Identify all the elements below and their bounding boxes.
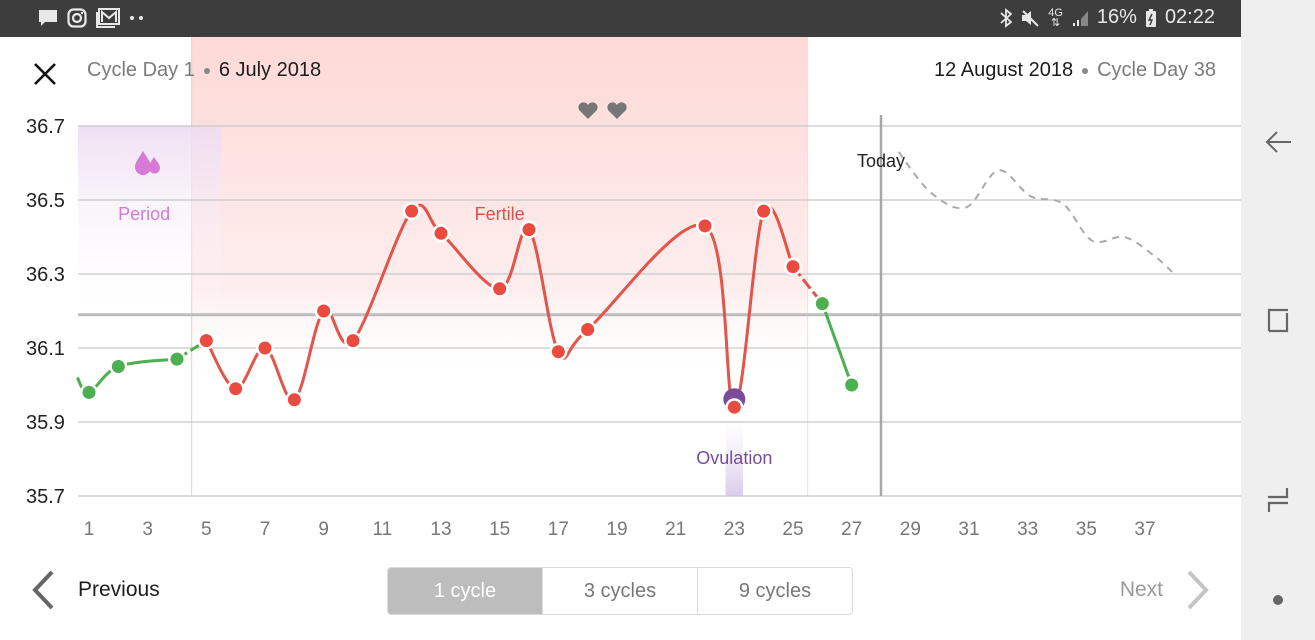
data-point (581, 323, 595, 336)
x-tick-label: 11 (372, 519, 392, 540)
data-point (346, 334, 360, 348)
gmail-icon (96, 8, 120, 28)
close-icon (34, 63, 56, 85)
end-date: 12 August 2018 (934, 59, 1074, 81)
data-point (522, 223, 536, 237)
chevron-right-icon (1187, 570, 1209, 610)
signal-icon (1071, 9, 1089, 27)
today-label: Today (857, 151, 905, 171)
separator-dot (1082, 67, 1089, 74)
android-nav-bar (1241, 0, 1315, 640)
y-tick-label: 36.3 (26, 264, 65, 286)
data-point (698, 219, 712, 233)
data-point (258, 341, 272, 355)
data-point (287, 393, 301, 407)
back-icon (1265, 131, 1291, 153)
x-tick-label: 7 (260, 519, 271, 540)
x-tick-label: 13 (430, 519, 451, 540)
start-cycle-day: Cycle Day 1 (87, 59, 195, 81)
x-tick-label: 35 (1076, 519, 1097, 540)
data-point (551, 345, 565, 359)
header-end: 12 August 2018 Cycle Day 38 (934, 59, 1216, 82)
back-button[interactable] (1241, 112, 1315, 172)
y-tick-label: 36.5 (26, 190, 65, 212)
next-label: Next (1119, 578, 1163, 601)
x-tick-label: 5 (201, 519, 212, 540)
recents-button[interactable] (1241, 290, 1315, 350)
home-button[interactable] (1241, 570, 1315, 630)
x-tick-label: 9 (318, 519, 329, 540)
data-point (434, 226, 448, 240)
period-band (78, 126, 221, 326)
ovulation-label: Ovulation (696, 448, 772, 468)
segment-9-cycles[interactable]: 9 cycles (698, 568, 852, 614)
data-point (757, 204, 771, 218)
data-point (493, 282, 507, 296)
header-start: Cycle Day 1 6 July 2018 (87, 59, 321, 82)
data-point (845, 378, 859, 392)
y-tick-label: 35.7 (26, 486, 65, 508)
segment-3-cycles[interactable]: 3 cycles (543, 568, 698, 614)
clock: 02:22 (1164, 6, 1215, 28)
data-point (727, 400, 741, 414)
x-tick-label: 27 (841, 519, 862, 540)
data-point (170, 352, 184, 366)
x-tick-label: 25 (782, 519, 803, 540)
battery-percent: 16% (1096, 6, 1137, 28)
cycle-chart-screen: 36.7 36.5 36.3 36.1 35.9 35.7 1 3 5 7 9 11 13 15 17 19 2… (0, 37, 1241, 640)
data-point (317, 304, 331, 318)
y-tick-label: 36.7 (26, 116, 65, 138)
home-dot-icon (1273, 595, 1283, 605)
split-screen-button[interactable] (1241, 470, 1315, 530)
previous-button[interactable]: Previous (30, 567, 160, 613)
x-tick-label: 31 (958, 519, 979, 540)
chevron-left-icon (32, 570, 54, 610)
data-point (786, 260, 800, 274)
start-date: 6 July 2018 (218, 59, 322, 81)
data-point (199, 334, 213, 348)
period-label: Period (118, 204, 170, 224)
x-tick-label: 29 (900, 519, 921, 540)
x-tick-label: 15 (489, 519, 510, 540)
x-tick-label: 33 (1017, 519, 1038, 540)
fertile-label: Fertile (475, 204, 525, 224)
x-tick-label: 21 (665, 519, 686, 540)
data-point (111, 360, 125, 373)
x-tick-label: 3 (142, 519, 153, 540)
more-dots-icon (129, 14, 145, 22)
instagram-icon (67, 8, 87, 28)
prediction-line (897, 151, 1176, 275)
message-icon (38, 9, 58, 27)
x-tick-label: 1 (84, 519, 95, 540)
data-point (815, 297, 829, 311)
temperature-chart: 36.736.536.336.135.935.71 3 5 7 9 11 13 15 17 19 2… (26, 37, 1241, 540)
x-tick-label: 17 (548, 519, 569, 540)
next-button[interactable]: Next (1120, 567, 1211, 613)
battery-charging-icon (1145, 8, 1157, 28)
end-cycle-day: Cycle Day 38 (1097, 59, 1216, 81)
x-tick-label: 37 (1134, 519, 1155, 540)
data-point (229, 382, 243, 396)
previous-label: Previous (78, 578, 160, 601)
mute-icon (1020, 8, 1040, 28)
close-button[interactable] (30, 59, 60, 89)
recents-icon (1267, 308, 1289, 333)
separator-dot (203, 67, 210, 74)
data-point (405, 204, 419, 218)
cycle-range-selector: 1 cycle 3 cycles 9 cycles (387, 567, 853, 615)
fertile-window-band (191, 37, 808, 496)
x-tick-label: 23 (724, 519, 745, 540)
x-tick-label: 19 (606, 519, 627, 540)
split-screen-icon (1267, 488, 1289, 512)
y-tick-label: 36.1 (26, 338, 65, 360)
4g-icon: 4G ⇅ (1048, 6, 1063, 29)
status-bar: 4G ⇅ 16% 02:22 (0, 0, 1241, 37)
data-point (82, 385, 96, 399)
bluetooth-icon (1000, 7, 1013, 28)
footer: Previous 1 cycle 3 cycles 9 cycles Next (0, 567, 1241, 637)
y-tick-label: 35.9 (26, 412, 65, 434)
segment-1-cycle[interactable]: 1 cycle (388, 568, 543, 614)
